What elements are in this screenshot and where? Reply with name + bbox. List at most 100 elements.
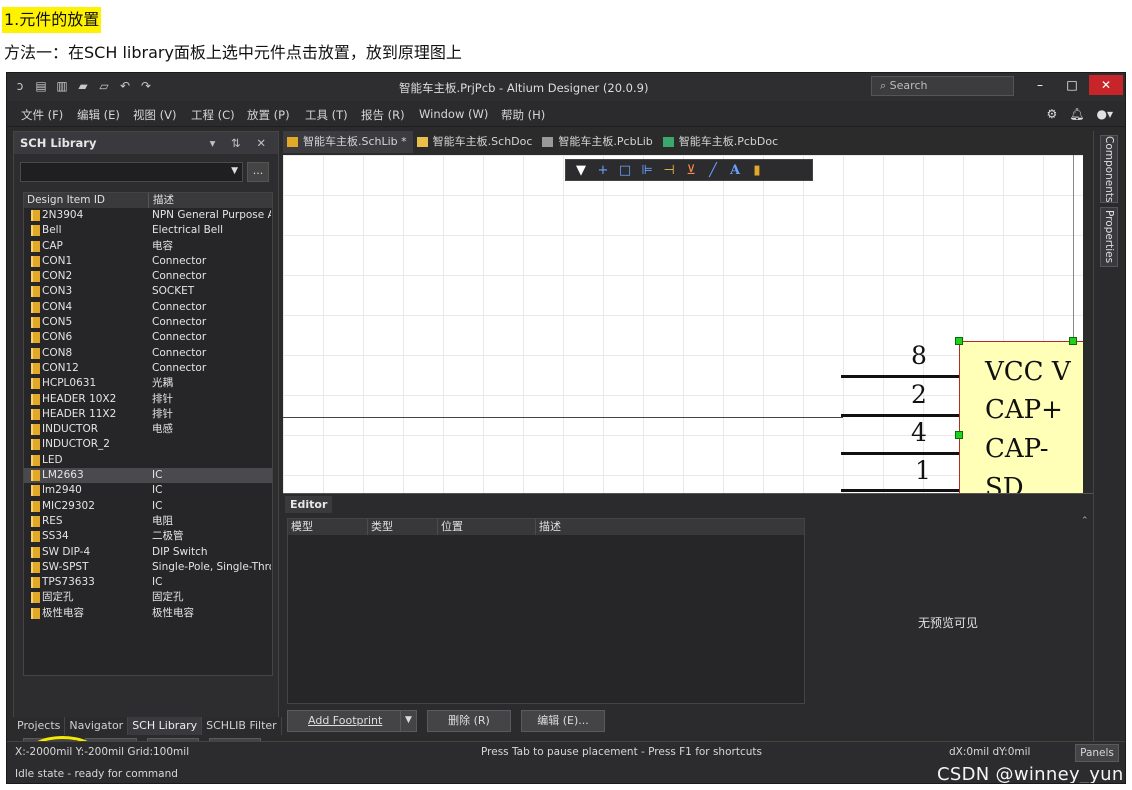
list-item[interactable]: SS34 二极管 — [24, 529, 272, 544]
model-edit-button[interactable]: 编辑 (E)... — [521, 710, 605, 732]
pin-line[interactable] — [841, 375, 959, 378]
menu-reports[interactable]: 报告 (R) — [361, 107, 405, 123]
menu-view[interactable]: 视图 (V) — [133, 107, 177, 123]
shape-icon[interactable]: ⊻ — [684, 163, 698, 178]
item-description: IC — [152, 576, 163, 589]
list-item[interactable]: LM2663 IC — [24, 468, 272, 484]
list-item[interactable]: LED — [24, 453, 272, 468]
list-item[interactable]: HEADER 10X2 排针 — [24, 392, 272, 407]
add-footprint-button[interactable]: Add Footprint ▼ — [287, 710, 417, 732]
list-item[interactable]: CON3 SOCKET — [24, 284, 272, 299]
gear-icon[interactable]: ⚙ — [1047, 107, 1058, 121]
list-item[interactable]: TPS73633 IC — [24, 575, 272, 590]
pin-line[interactable] — [841, 452, 959, 455]
schematic-canvas[interactable]: ▼ + □ ⊫ ⊣ ⊻ ╱ A ▮ 8 2 4 1 VCC V CAP+ CAP… — [283, 155, 1083, 493]
item-id: CON3 — [24, 284, 149, 299]
col-model[interactable]: 模型 — [288, 519, 368, 535]
minimize-button[interactable]: – — [1025, 75, 1055, 95]
item-description: 二极管 — [152, 530, 184, 543]
pin-line[interactable] — [841, 414, 959, 417]
model-delete-button[interactable]: 删除 (R) — [427, 710, 511, 732]
item-id: HEADER 11X2 — [24, 407, 149, 422]
menu-window[interactable]: Window (W) — [419, 107, 488, 121]
col-description[interactable]: 描述 — [149, 193, 174, 208]
list-item[interactable]: CON5 Connector — [24, 315, 272, 330]
tab-schdoc[interactable]: 智能车主板.SchDoc — [413, 131, 539, 153]
tab-schlib-filter[interactable]: SCHLIB Filter — [202, 717, 282, 735]
tab-pcblib[interactable]: 智能车主板.PcbLib — [538, 131, 658, 153]
list-item[interactable]: HEADER 11X2 排针 — [24, 407, 272, 422]
list-item[interactable]: 2N3904NPN General Purpose Am — [24, 208, 272, 223]
save-icon[interactable]: ▤ — [34, 79, 48, 93]
item-description: Connector — [152, 270, 207, 283]
close-button[interactable]: ✕ — [1089, 75, 1123, 95]
col-location[interactable]: 位置 — [438, 519, 536, 535]
panel-controls[interactable]: ▾ ⇅ ✕ — [210, 132, 272, 154]
list-item[interactable]: CON6 Connector — [24, 330, 272, 345]
active-bar-toolbar: ▼ + □ ⊫ ⊣ ⊻ ╱ A ▮ — [565, 159, 813, 181]
list-item[interactable]: INDUCTOR 电感 — [24, 422, 272, 437]
resize-handle[interactable] — [955, 337, 963, 345]
list-item[interactable]: CON1 Connector — [24, 254, 272, 269]
menu-edit[interactable]: 编辑 (E) — [77, 107, 120, 123]
col-model-description[interactable]: 描述 — [536, 519, 804, 535]
list-item[interactable]: Bell Electrical Bell — [24, 223, 272, 238]
undo-icon[interactable]: ↶ — [118, 79, 132, 93]
dropdown-arrow-icon[interactable]: ▼ — [400, 710, 416, 732]
library-filter-dropdown[interactable]: ▼ — [20, 162, 243, 182]
menu-place[interactable]: 放置 (P) — [247, 107, 290, 123]
col-type[interactable]: 类型 — [368, 519, 438, 535]
menu-file[interactable]: 文件 (F) — [21, 107, 63, 123]
line-icon[interactable]: ╱ — [706, 163, 720, 178]
pin-icon[interactable]: ⊣ — [662, 163, 676, 178]
user-icon[interactable]: ●▾ — [1097, 107, 1114, 121]
collapse-icon[interactable]: ⌃ — [1081, 516, 1089, 526]
list-item[interactable]: CON2 Connector — [24, 269, 272, 284]
menu-tools[interactable]: 工具 (T) — [305, 107, 348, 123]
components-panel-tab[interactable]: Components — [1100, 135, 1118, 203]
redo-icon[interactable]: ↷ — [139, 79, 153, 93]
tab-pcbdoc[interactable]: 智能车主板.PcbDoc — [659, 131, 784, 153]
list-item[interactable]: CON8 Connector — [24, 346, 272, 361]
list-item[interactable]: lm2940 IC — [24, 483, 272, 498]
tab-schlib[interactable]: 智能车主板.SchLib * — [283, 131, 413, 153]
pin-number: 4 — [911, 418, 927, 447]
resize-handle[interactable] — [1069, 337, 1077, 345]
list-item[interactable]: CON12 Connector — [24, 361, 272, 376]
part-icon[interactable]: ▮ — [750, 163, 764, 178]
list-item[interactable]: SW DIP-4 DIP Switch — [24, 545, 272, 560]
panels-button[interactable]: Panels — [1075, 744, 1119, 762]
list-item[interactable]: 极性电容 极性电容 — [24, 606, 272, 621]
resize-handle[interactable] — [955, 431, 963, 439]
align-icon[interactable]: ⊫ — [640, 163, 654, 178]
properties-panel-tab[interactable]: Properties — [1100, 207, 1118, 267]
pin-line[interactable] — [841, 489, 959, 492]
filter-options-button[interactable]: ... — [247, 162, 269, 182]
maximize-button[interactable]: □ — [1057, 75, 1087, 95]
save-all-icon[interactable]: ▥ — [55, 79, 69, 93]
bell-icon[interactable]: 🔔︎ — [1069, 107, 1084, 121]
list-item[interactable]: HCPL0631 光耦 — [24, 376, 272, 391]
open-folder-icon[interactable]: ▰ — [76, 79, 90, 93]
list-item[interactable]: CAP 电容 — [24, 239, 272, 254]
tab-projects[interactable]: Projects — [13, 717, 66, 735]
item-description: 电容 — [152, 239, 173, 252]
menu-project[interactable]: 工程 (C) — [191, 107, 235, 123]
tab-sch-library[interactable]: SCH Library — [128, 717, 203, 735]
list-item[interactable]: MIC29302 IC — [24, 499, 272, 514]
col-design-item-id[interactable]: Design Item ID — [24, 193, 149, 208]
item-id: LM2663 — [24, 468, 149, 483]
list-item[interactable]: CON4 Connector — [24, 300, 272, 315]
list-item[interactable]: INDUCTOR_2 — [24, 437, 272, 452]
filter-icon[interactable]: ▼ — [574, 163, 588, 178]
list-item[interactable]: RES 电阻 — [24, 514, 272, 529]
text-icon[interactable]: A — [728, 163, 742, 178]
select-rect-icon[interactable]: □ — [618, 163, 632, 178]
tab-navigator[interactable]: Navigator — [65, 717, 129, 735]
search-input[interactable]: ⌕ Search — [871, 76, 1014, 96]
crosshair-icon[interactable]: + — [596, 163, 610, 178]
list-item[interactable]: 固定孔 固定孔 — [24, 590, 272, 605]
open-project-icon[interactable]: ▱ — [97, 79, 111, 93]
list-item[interactable]: SW-SPST Single-Pole, Single-Throw — [24, 560, 272, 575]
menu-help[interactable]: 帮助 (H) — [501, 107, 545, 123]
